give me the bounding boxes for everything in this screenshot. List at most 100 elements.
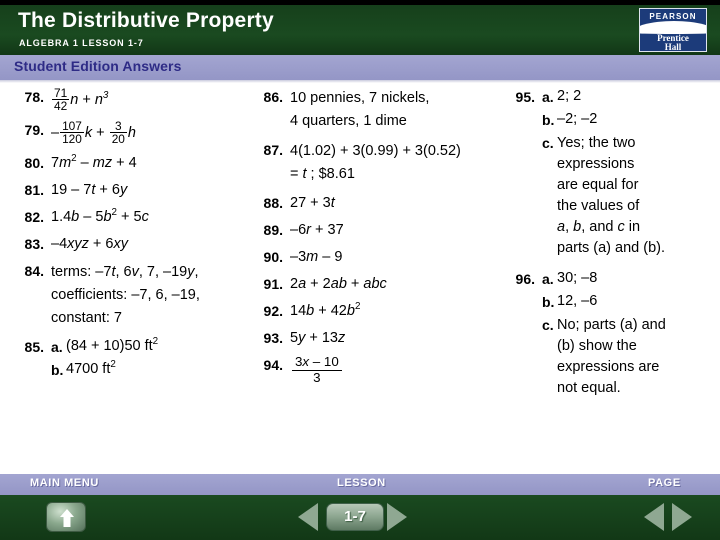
answer-line-2: 4 quarters, 1 dime	[290, 113, 407, 129]
coefficient-14: 14	[290, 303, 307, 319]
part-text: No; parts (a) and (b) show the expressio…	[557, 315, 715, 399]
operator-minus: –	[76, 154, 93, 171]
part-line-5: a, b, and c in	[557, 217, 715, 238]
fraction-3x-minus-10-over-3: 3x – 10 3	[292, 354, 342, 386]
variable-m: m	[59, 154, 72, 171]
term-mz: mz	[92, 154, 113, 171]
minus-sign: –	[51, 124, 60, 141]
answer-line-constant: constant: 7	[51, 309, 122, 326]
operator-plus-5: + 5	[117, 208, 142, 225]
page-title: The Distributive Property	[18, 9, 274, 32]
answer-part-c: c. Yes; the two expressions are equal fo…	[542, 133, 715, 259]
terms-label: terms: –7	[51, 263, 112, 280]
answer-body: – 107 120 k + 3 20 h	[51, 118, 259, 147]
terms-end: ,	[194, 263, 199, 280]
page-previous-button[interactable]	[644, 503, 664, 531]
answer-line-1: 4(1.02) + 3(0.99) + 3(0.52)	[290, 143, 461, 159]
answer-body: a. 2; 2 b. –2; –2 c. Yes; the two expres…	[542, 87, 715, 262]
coefficient-2: 2	[290, 276, 299, 292]
answer-body: 2a + 2ab + abc	[290, 274, 503, 294]
answer-item-89: 89. –6r + 37	[253, 220, 503, 240]
answer-number: 88.	[263, 195, 283, 211]
answer-number: 84.	[24, 262, 44, 279]
fraction-denominator: 3	[292, 369, 342, 386]
term-27-plus-3: 27 + 3	[290, 195, 331, 211]
answer-line-2: = t ; $8.61	[290, 163, 503, 186]
fraction-3-20: 3 20	[109, 118, 127, 147]
answer-item-96: 96. a. 30; –8 b. 12, –6 c. No; parts (a)…	[505, 269, 715, 402]
term-19-minus-7: 19 – 7	[51, 181, 92, 198]
answer-body: 14b + 42b2	[290, 301, 503, 321]
answer-part-b: b. 4700 ft2	[51, 360, 259, 380]
value-4700-ft: 4700 ft	[66, 360, 111, 377]
answer-number: 95.	[515, 89, 535, 105]
value-total: ; $8.61	[306, 166, 355, 182]
variable-h: h	[127, 124, 136, 141]
answer-number: 83.	[24, 235, 44, 252]
answer-body: 7m2 – mz + 4	[51, 153, 259, 173]
answer-body: 71 42 n + n3	[51, 87, 259, 113]
term-ab: ab	[330, 276, 347, 292]
variable-b-squared: b	[346, 303, 355, 319]
answer-item-93: 93. 5y + 13z	[253, 328, 503, 348]
answer-line-coefficients: coefficients: –7, 6, –19,	[51, 286, 200, 303]
operator-minus-5: – 5	[79, 208, 104, 225]
fraction-numerator: 3	[114, 118, 122, 133]
answer-item-91: 91. 2a + 2ab + abc	[253, 274, 503, 294]
coefficient-1-4: 1.4	[51, 208, 72, 225]
answer-part-c: c. No; parts (a) and (b) show the expres…	[542, 315, 715, 399]
pearson-prentice-hall-logo: PEARSON Prentice Hall	[639, 8, 707, 52]
variable-a: a	[298, 276, 307, 292]
variable-c: c	[141, 208, 149, 225]
variable-c: c	[617, 219, 625, 235]
lesson-previous-button[interactable]	[298, 503, 318, 531]
equals-sign: =	[290, 166, 303, 182]
fraction-denominator: 42	[52, 99, 70, 114]
part-text: (84 + 10)50 ft2	[66, 337, 259, 356]
part-letter: b.	[542, 294, 555, 310]
answer-number: 89.	[263, 222, 283, 238]
answer-number: 94.	[263, 357, 283, 373]
part-line-1: Yes; the two	[557, 135, 636, 151]
answer-number: 87.	[263, 142, 283, 158]
fraction-107-120: 107 120	[60, 119, 84, 147]
answer-body: 4(1.02) + 3(0.99) + 3(0.52) = t ; $8.61	[290, 140, 503, 186]
answer-number: 92.	[263, 303, 283, 319]
answer-item-92: 92. 14b + 42b2	[253, 301, 503, 321]
part-line-6: parts (a) and (b).	[557, 240, 665, 256]
answer-part-b: b. 12, –6	[542, 292, 715, 312]
constant-plus-37: + 37	[310, 222, 344, 238]
part-letter: c.	[542, 135, 554, 151]
answer-item-94: 94. 3x – 10 3	[253, 354, 503, 386]
answer-body: 27 + 3t	[290, 193, 503, 213]
lesson-label: LESSON	[337, 477, 386, 489]
part-line-2: (b) show the	[557, 338, 637, 354]
lesson-next-button[interactable]	[387, 503, 407, 531]
answer-body: a. (84 + 10)50 ft2 b. 4700 ft2	[51, 337, 259, 383]
answer-item-81: 81. 19 – 7t + 6y	[14, 180, 259, 200]
constant-minus-10: – 10	[309, 354, 339, 369]
operator-plus-13: + 13	[305, 330, 338, 346]
operator-plus: +	[78, 91, 95, 108]
footer-label-band: MAIN MENU LESSON PAGE	[0, 474, 720, 495]
operator-plus: +	[346, 276, 364, 292]
part-line-4: the values of	[557, 198, 640, 214]
answer-item-78: 78. 71 42 n + n3	[14, 87, 259, 113]
main-menu-home-button[interactable]	[46, 502, 86, 532]
fraction-denominator: 20	[109, 132, 127, 147]
page-next-button[interactable]	[672, 503, 692, 531]
answer-body: a. 30; –8 b. 12, –6 c. No; parts (a) and…	[542, 269, 715, 402]
section-band-label: Student Edition Answers	[14, 58, 182, 74]
slide-root: The Distributive Property ALGEBRA 1 LESS…	[0, 0, 720, 540]
answer-item-86: 86. 10 pennies, 7 nickels, 4 quarters, 1…	[253, 87, 503, 133]
part-letter: c.	[542, 317, 554, 333]
lesson-number-button[interactable]: 1-7	[326, 503, 384, 531]
answer-number: 85.	[24, 338, 44, 355]
part-line-3: expressions are	[557, 359, 660, 375]
answer-number: 86.	[263, 89, 283, 105]
answers-column-right: 95. a. 2; 2 b. –2; –2 c. Yes; the two ex…	[505, 87, 715, 409]
answer-part-b: b. –2; –2	[542, 110, 715, 130]
term-xyz: xyz	[67, 235, 89, 252]
answer-number: 79.	[24, 121, 44, 138]
fraction-denominator: 120	[60, 132, 84, 147]
